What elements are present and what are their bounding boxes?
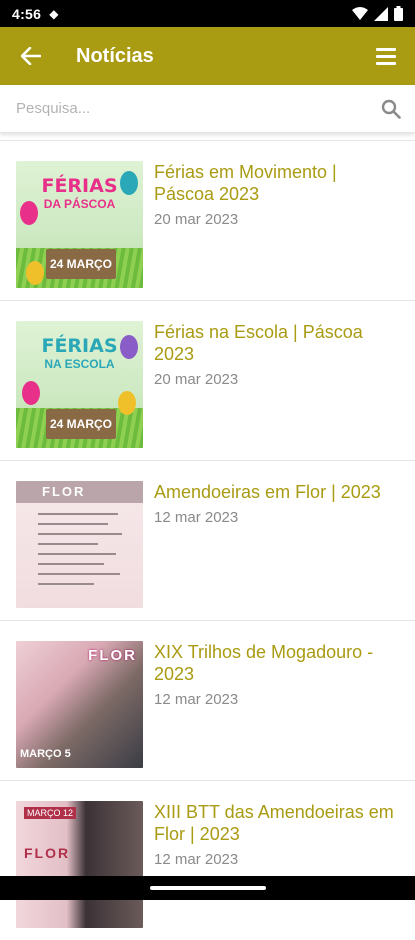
news-title[interactable]: Férias em Movimento | Páscoa 2023 bbox=[154, 161, 399, 205]
news-item[interactable]: MARÇO 12 FLOR XIII BTT das Amendoeiras e… bbox=[0, 780, 415, 940]
easter-egg-icon bbox=[22, 381, 40, 405]
arrow-left-icon bbox=[21, 47, 41, 65]
news-thumbnail: FÉRIAS NA ESCOLA 24 MARÇO bbox=[16, 321, 143, 448]
news-thumbnail: FLOR bbox=[16, 481, 143, 608]
status-time: 4:56 bbox=[12, 5, 42, 22]
notification-icon: ◆ bbox=[49, 6, 59, 21]
news-title[interactable]: Férias na Escola | Páscoa 2023 bbox=[154, 321, 399, 365]
news-title[interactable]: Amendoeiras em Flor | 2023 bbox=[154, 481, 399, 503]
thumb-date-sign: 24 MARÇO bbox=[46, 409, 116, 439]
easter-egg-icon bbox=[26, 261, 44, 285]
search-icon bbox=[381, 99, 401, 119]
navigation-bar bbox=[0, 876, 415, 900]
news-date: 12 mar 2023 bbox=[154, 851, 239, 868]
search-bar bbox=[0, 85, 415, 133]
app-bar: Notícias bbox=[0, 27, 415, 85]
thumb-heading: FLOR bbox=[88, 647, 137, 664]
news-item[interactable]: FÉRIAS NA ESCOLA 24 MARÇO Férias na Esco… bbox=[0, 300, 415, 460]
easter-egg-icon bbox=[120, 171, 138, 195]
news-date: 12 mar 2023 bbox=[154, 691, 239, 708]
news-title[interactable]: XIII BTT das Amendoeiras em Flor | 2023 bbox=[154, 801, 399, 845]
easter-egg-icon bbox=[118, 391, 136, 415]
back-button[interactable] bbox=[0, 27, 62, 85]
page-title: Notícias bbox=[76, 44, 154, 67]
hamburger-menu-icon bbox=[376, 47, 396, 65]
news-item[interactable]: FÉRIAS DA PÁSCOA 24 MARÇO Férias em Movi… bbox=[0, 140, 415, 300]
news-title[interactable]: XIX Trilhos de Mogadouro - 2023 bbox=[154, 641, 399, 685]
wifi-icon bbox=[352, 6, 368, 20]
easter-egg-icon bbox=[120, 335, 138, 359]
news-date: 20 mar 2023 bbox=[154, 371, 239, 388]
news-item[interactable]: FLOR Amendoeiras em Flor | 2023 12 mar 2… bbox=[0, 460, 415, 620]
thumb-footer: MARÇO 5 bbox=[20, 748, 71, 760]
news-thumbnail: MARÇO 12 FLOR bbox=[16, 801, 143, 928]
home-gesture-handle[interactable] bbox=[150, 886, 266, 890]
menu-button[interactable] bbox=[357, 27, 415, 85]
search-button[interactable] bbox=[367, 85, 415, 133]
news-list: FÉRIAS DA PÁSCOA 24 MARÇO Férias em Movi… bbox=[0, 140, 415, 940]
news-date: 20 mar 2023 bbox=[154, 211, 239, 228]
news-thumbnail: FLOR MARÇO 5 bbox=[16, 641, 143, 768]
battery-icon bbox=[394, 6, 403, 21]
thumb-date-sign: 24 MARÇO bbox=[46, 249, 116, 279]
thumb-subheading: NA ESCOLA bbox=[44, 357, 115, 371]
signal-icon bbox=[374, 6, 388, 21]
thumb-heading: FLOR bbox=[24, 845, 71, 861]
thumb-heading: FLOR bbox=[16, 481, 143, 503]
news-thumbnail: FÉRIAS DA PÁSCOA 24 MARÇO bbox=[16, 161, 143, 288]
news-date: 12 mar 2023 bbox=[154, 509, 239, 526]
search-input[interactable] bbox=[16, 88, 367, 129]
status-bar: 4:56 ◆ bbox=[0, 0, 415, 27]
thumb-footer: MARÇO 12 bbox=[24, 807, 77, 819]
news-item[interactable]: FLOR MARÇO 5 XIX Trilhos de Mogadouro - … bbox=[0, 620, 415, 780]
easter-egg-icon bbox=[20, 201, 38, 225]
